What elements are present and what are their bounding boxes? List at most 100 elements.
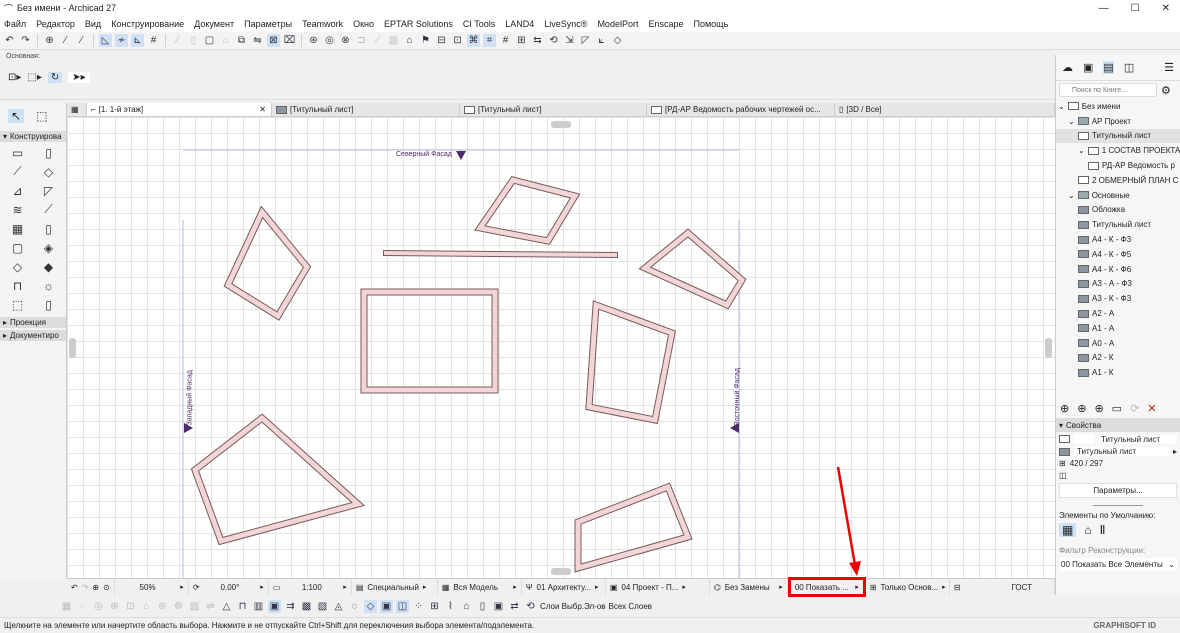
distribute-icon[interactable]: ⌗ xyxy=(483,34,496,47)
cover-fill-icon[interactable]: ◬ xyxy=(332,600,345,613)
menu-item-6[interactable]: Teamwork xyxy=(302,19,343,29)
tab-title-sheet-2[interactable]: [Титульный лист] xyxy=(460,103,647,116)
drawing-canvas[interactable] xyxy=(67,117,1055,578)
tab-drawing-list[interactable]: [РД-АР Ведомость рабочих чертежей ос... xyxy=(647,103,835,116)
close-button[interactable]: ✕ xyxy=(1162,3,1170,14)
navigator-item[interactable]: РД-АР Ведомость р xyxy=(1056,158,1180,173)
wall-tool-icon[interactable]: ▭ xyxy=(2,145,33,160)
layer-combo-select[interactable]: Ψ 01 Архитекту... ▸ xyxy=(522,579,606,595)
expand-chevron-icon[interactable]: ⌄ xyxy=(1068,117,1075,126)
beam-tool-icon[interactable]: ⟋ xyxy=(2,164,33,179)
menu-item-10[interactable]: LAND4 xyxy=(505,19,534,29)
partial-structure-icon[interactable]: ⊓ xyxy=(236,600,249,613)
3d-cutaway-icon[interactable]: ⌂ xyxy=(140,600,153,613)
settings-gear-icon[interactable]: ⚙ xyxy=(1161,84,1171,97)
layer-lock-icon[interactable]: ⟲ xyxy=(524,600,537,613)
rotate-view-icon[interactable]: ↻ xyxy=(47,72,63,83)
undo-icon[interactable]: ↶ xyxy=(3,34,16,47)
hidden-line-icon[interactable]: ▥ xyxy=(252,600,265,613)
toolbox-section-documentation[interactable]: ▸ Документиро xyxy=(0,330,66,341)
pointer-icon[interactable]: ➤▸ xyxy=(68,72,90,83)
tab-title-sheet-1[interactable]: [Титульный лист] xyxy=(272,103,460,116)
zone-tool-icon[interactable]: ⬚ xyxy=(2,297,33,312)
navigator-item[interactable]: А4 - К - Ф5 xyxy=(1056,247,1180,262)
navigator-item[interactable]: 2 ОБМЕРНЫЙ ПЛАН С xyxy=(1056,173,1180,188)
arc-icon[interactable]: ⌇ xyxy=(444,600,457,613)
wall-defaults-icon[interactable]: ▦ xyxy=(1059,523,1077,537)
section-marker-icon[interactable]: ▣ xyxy=(268,599,281,613)
menu-item-5[interactable]: Параметры xyxy=(244,19,292,29)
arrow-tool-icon[interactable]: ↖ xyxy=(8,109,25,123)
view-map-icon[interactable]: ▣ xyxy=(1083,61,1093,74)
reference-icon[interactable]: ⊕ xyxy=(108,600,121,613)
forward-icon[interactable]: ↷ xyxy=(82,583,89,592)
pen-set-select[interactable]: ▤ Специальный ▸ xyxy=(352,579,438,595)
navigator-item[interactable]: Титульный лист xyxy=(1056,217,1180,232)
master-layout-select[interactable]: Титульный лист xyxy=(1074,447,1169,456)
publisher-icon[interactable]: ◫ xyxy=(1124,61,1134,74)
grid-icon[interactable]: # xyxy=(147,34,160,47)
renovation-select[interactable]: 00 Показать ... ▸ xyxy=(787,577,866,597)
skylight-tool-icon[interactable]: ◈ xyxy=(33,240,64,255)
layout-book-icon[interactable]: ▤ xyxy=(1103,61,1114,74)
layout-settings-icon[interactable]: ▭ xyxy=(1112,402,1122,415)
selection-method-icon[interactable]: ⊡▸ xyxy=(8,72,21,83)
flag-icon[interactable]: ⌂ xyxy=(403,34,416,47)
graphisoft-id-link[interactable]: GRAPHISOFT ID xyxy=(1093,621,1156,630)
drawing-icon[interactable]: ⚑ xyxy=(419,34,432,47)
lamp-tool-icon[interactable]: ☼ xyxy=(33,278,64,293)
split-icon[interactable]: ⊐ xyxy=(355,34,368,47)
dimension-select[interactable]: ▣ 04 Проект - П... ▸ xyxy=(606,579,710,595)
vectorial-hatch-icon[interactable]: ▩ xyxy=(300,600,313,613)
magic-snap-icon[interactable]: ⚙ xyxy=(172,600,185,613)
object-tool-icon[interactable]: ⊓ xyxy=(2,278,33,293)
orientation-icon[interactable]: ◌ xyxy=(348,600,361,613)
curve-icon[interactable]: ▥ xyxy=(387,34,400,47)
minimize-button[interactable]: — xyxy=(1099,3,1109,14)
model-view-select[interactable]: ▦ Вся Модель ▸ xyxy=(438,579,522,595)
guide-line-icon[interactable]: ≁ xyxy=(115,34,128,47)
layer-icon[interactable]: ▢ xyxy=(203,34,216,47)
marquee-icon[interactable]: ⬚▸ xyxy=(27,72,41,83)
text-box-icon[interactable]: ⁘ xyxy=(412,600,425,613)
grid-display-icon[interactable]: ⊡ xyxy=(124,600,137,613)
menu-item-11[interactable]: LiveSync® xyxy=(544,19,587,29)
magic-wand-icon[interactable]: ⊗ xyxy=(339,34,352,47)
show-hide-icon[interactable]: ◎ xyxy=(92,600,105,613)
parameters-button[interactable]: Параметры... xyxy=(1059,483,1177,498)
navigator-item[interactable]: А4 - К - Ф6 xyxy=(1056,262,1180,277)
expand-chevron-icon[interactable]: ⌄ xyxy=(1058,102,1065,111)
group-icon[interactable]: ⧉ xyxy=(235,34,248,47)
navigator-item[interactable]: ⌄ 1 СОСТАВ ПРОЕКТА xyxy=(1056,143,1180,158)
stretch-icon[interactable]: ⇲ xyxy=(563,34,576,47)
selected-layers-label[interactable]: Слои Выбр.Эл-ов xyxy=(540,602,606,611)
snap-guide-icon[interactable]: ⊾ xyxy=(131,34,144,47)
shell-tool-icon[interactable]: ◸ xyxy=(33,183,64,198)
menu-item-3[interactable]: Конструирование xyxy=(111,19,184,29)
dimension-box-icon[interactable]: ⊞ xyxy=(428,600,441,613)
roof-tool-icon[interactable]: ⊿ xyxy=(2,183,33,198)
grid-snap-icon[interactable]: # xyxy=(499,34,512,47)
multiply-icon[interactable]: ⊛ xyxy=(307,34,320,47)
project-map-icon[interactable]: ☁ xyxy=(1062,61,1073,74)
adjust-icon[interactable]: ◎ xyxy=(323,34,336,47)
override-select[interactable]: ⌬ Без Замены ▸ xyxy=(710,579,788,595)
frame-icon[interactable]: ◫ xyxy=(396,599,409,613)
stair-tool-icon[interactable]: ≋ xyxy=(2,202,33,217)
layout-frame-icon[interactable]: ▣ xyxy=(492,600,505,613)
column-defaults-icon[interactable]: Ⅱ xyxy=(1100,523,1106,537)
morph-tool-icon[interactable]: ◆ xyxy=(33,259,64,274)
menu-item-7[interactable]: Окно xyxy=(353,19,374,29)
tab-floor-plan[interactable]: ⌐ [1. 1-й этаж] ✕ xyxy=(87,103,272,116)
home-story-icon[interactable]: ⌂ xyxy=(460,600,473,613)
layer-settings-icon[interactable]: ▦ xyxy=(60,600,73,613)
railing-tool-icon[interactable]: ⟋ xyxy=(33,202,64,217)
lock-icon[interactable]: ⌂ xyxy=(219,34,232,47)
structure-select[interactable]: ⊞ Только Основ... ▸ xyxy=(866,579,950,595)
trace-icon[interactable]: ◌ xyxy=(76,600,89,613)
close-tab-icon[interactable]: ✕ xyxy=(259,105,266,114)
back-icon[interactable]: ↶ xyxy=(71,583,78,592)
fill-pattern-icon[interactable]: ⇉ xyxy=(284,600,297,613)
menu-item-4[interactable]: Документ xyxy=(194,19,234,29)
window-tool-icon[interactable]: ▢ xyxy=(2,240,33,255)
